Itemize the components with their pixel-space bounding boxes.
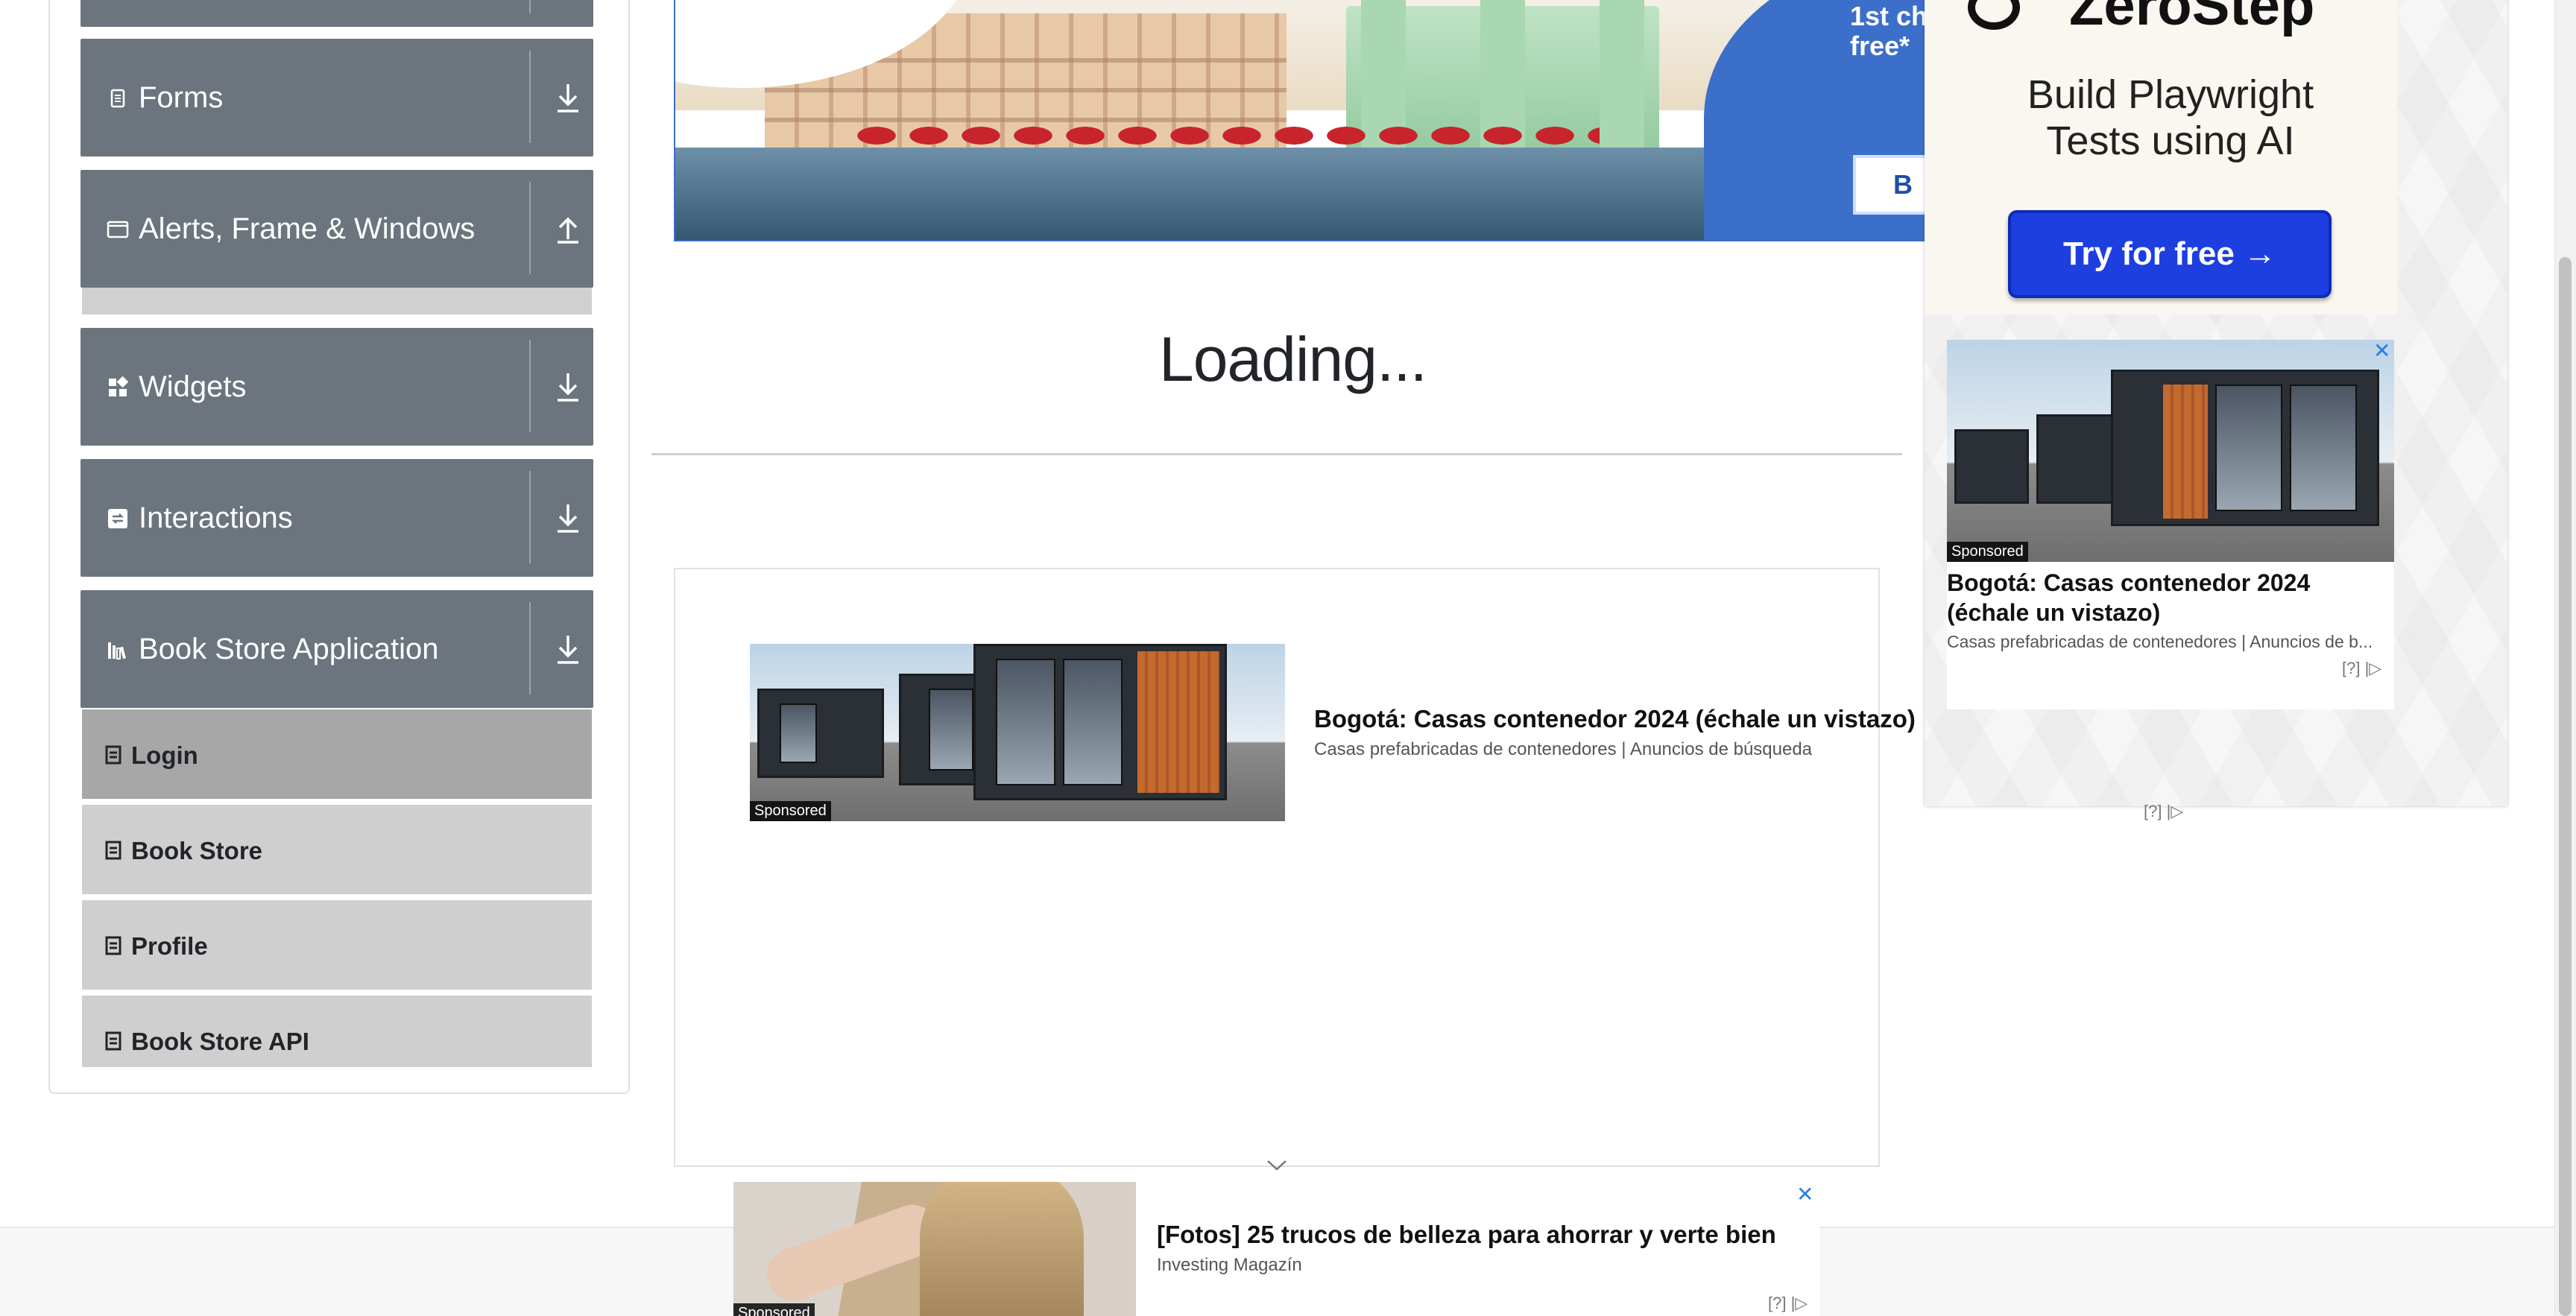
download-arrow-icon[interactable] bbox=[553, 369, 583, 405]
banner-umbrellas bbox=[854, 125, 1600, 162]
group-divider bbox=[529, 182, 531, 274]
middle-ad-title[interactable]: Bogotá: Casas contenedor 2024 (échale un… bbox=[1314, 705, 1916, 733]
item-icon bbox=[105, 745, 121, 765]
close-icon[interactable]: ✕ bbox=[2373, 338, 2390, 363]
sidebar-item-label: Book Store API bbox=[131, 1028, 309, 1055]
photo-arm bbox=[760, 1198, 946, 1308]
banner-promo-line: free* bbox=[1850, 31, 1910, 61]
house-window bbox=[929, 689, 973, 771]
banner-cta-button[interactable]: B bbox=[1853, 155, 1925, 215]
zerostep-headline: Build Playwright Tests using AI bbox=[2027, 72, 2314, 163]
download-arrow-icon[interactable] bbox=[553, 500, 583, 536]
bottom-ad-title[interactable]: [Fotos] 25 trucos de belleza para ahorra… bbox=[1157, 1221, 1776, 1249]
container-house-photo bbox=[1947, 340, 2394, 562]
banner-castle-tower bbox=[1600, 0, 1644, 170]
sponsored-tag: Sponsored bbox=[750, 801, 831, 821]
alerts-collapsed-list bbox=[82, 288, 592, 314]
house-window bbox=[996, 659, 1055, 785]
sidebar-group-widgets[interactable]: Widgets bbox=[80, 328, 593, 446]
sponsored-tag: Sponsored bbox=[1947, 542, 2028, 562]
right-ad-image[interactable]: Sponsored bbox=[1947, 340, 2394, 562]
right-ad-title[interactable]: Bogotá: Casas contenedor 2024 (échale un… bbox=[1947, 568, 2364, 627]
close-icon[interactable]: ✕ bbox=[1796, 1182, 1813, 1206]
house-box bbox=[757, 689, 884, 778]
house-box bbox=[1954, 429, 2029, 504]
upload-arrow-icon[interactable] bbox=[553, 211, 583, 247]
house-window bbox=[2215, 385, 2282, 511]
sidebar-group-interactions[interactable]: Interactions bbox=[80, 459, 593, 577]
top-banner-ad[interactable]: 1st ch free* B bbox=[674, 0, 1926, 241]
download-arrow-icon[interactable] bbox=[553, 80, 583, 116]
zerostep-brand: ZeroStep bbox=[2069, 0, 2315, 37]
interactions-icon bbox=[108, 509, 127, 528]
beauty-photo bbox=[733, 1182, 1136, 1316]
sidebar-group-label: Interactions bbox=[139, 502, 293, 534]
bottom-ad-image[interactable]: Sponsored bbox=[733, 1182, 1136, 1316]
house-window bbox=[780, 703, 817, 763]
ad-choices-icon[interactable]: [?] |▷ bbox=[1768, 1294, 1808, 1313]
sidebar-group-book-store-application[interactable]: Book Store Application bbox=[80, 590, 593, 708]
sidebar-item-login[interactable]: Login bbox=[82, 709, 592, 802]
ad-choices-icon[interactable]: [?] |▷ bbox=[2144, 802, 2183, 821]
widgets-icon bbox=[109, 376, 129, 396]
banner-promo-line: 1st ch bbox=[1850, 1, 1926, 31]
sponsored-tag: Sponsored bbox=[733, 1303, 815, 1316]
content-divider bbox=[651, 453, 1902, 455]
window-icon bbox=[107, 221, 129, 238]
sidebar-item-book-store-api[interactable]: Book Store API bbox=[82, 996, 592, 1070]
sidebar-group-alerts-frame-windows[interactable]: Alerts, Frame & Windows bbox=[80, 170, 593, 288]
sidebar-item-label: Book Store bbox=[131, 837, 263, 864]
group-divider bbox=[529, 340, 531, 432]
house-window bbox=[1063, 659, 1123, 785]
sidebar-group-forms[interactable]: Forms bbox=[80, 39, 593, 156]
download-arrow-icon[interactable] bbox=[553, 631, 583, 667]
sidebar-item-profile[interactable]: Profile bbox=[82, 900, 592, 993]
item-icon bbox=[105, 936, 121, 955]
books-icon bbox=[108, 642, 127, 659]
group-divider bbox=[529, 602, 531, 695]
house-wood-panel bbox=[2163, 385, 2208, 519]
photo-hair bbox=[920, 1182, 1084, 1316]
sidebar-item-label: Profile bbox=[131, 932, 208, 960]
sidebar-group-label: Book Store Application bbox=[139, 633, 439, 665]
right-ad-subtitle[interactable]: Casas prefabricadas de contenedores | An… bbox=[1947, 632, 2394, 652]
loading-text: Loading... bbox=[1159, 324, 1427, 394]
item-icon bbox=[105, 1031, 121, 1051]
item-icon bbox=[105, 841, 121, 860]
container-house-photo bbox=[750, 644, 1285, 821]
sidebar-group-label: Alerts, Frame & Windows bbox=[139, 212, 476, 245]
group-divider bbox=[529, 51, 531, 143]
bottom-ad-subtitle[interactable]: Investing Magazín bbox=[1157, 1255, 1302, 1276]
banner-promo-text: 1st ch free* bbox=[1850, 1, 1926, 61]
house-window bbox=[2290, 385, 2357, 511]
group-divider bbox=[529, 471, 531, 563]
middle-ad-subtitle[interactable]: Casas prefabricadas de contenedores | An… bbox=[1314, 739, 1812, 760]
try-for-free-button[interactable]: Try for free → bbox=[2008, 210, 2332, 298]
sidebar-group-label: Forms bbox=[139, 81, 224, 114]
sidebar-item-label: Login bbox=[131, 741, 198, 769]
middle-ad-image[interactable]: Sponsored bbox=[750, 644, 1285, 821]
house-box bbox=[2036, 414, 2118, 504]
document-icon bbox=[110, 89, 125, 108]
chevron-down-icon[interactable] bbox=[1266, 1158, 1288, 1173]
sidebar-group-elements[interactable] bbox=[80, 0, 593, 27]
page-scrollbar-thumb[interactable] bbox=[2559, 257, 2572, 1316]
sidebar-group-label: Widgets bbox=[139, 370, 247, 403]
house-wood-panel bbox=[1137, 651, 1219, 793]
group-divider bbox=[529, 0, 531, 13]
ad-choices-icon[interactable]: [?] |▷ bbox=[2342, 659, 2381, 678]
sidebar-item-book-store[interactable]: Book Store bbox=[82, 805, 592, 897]
